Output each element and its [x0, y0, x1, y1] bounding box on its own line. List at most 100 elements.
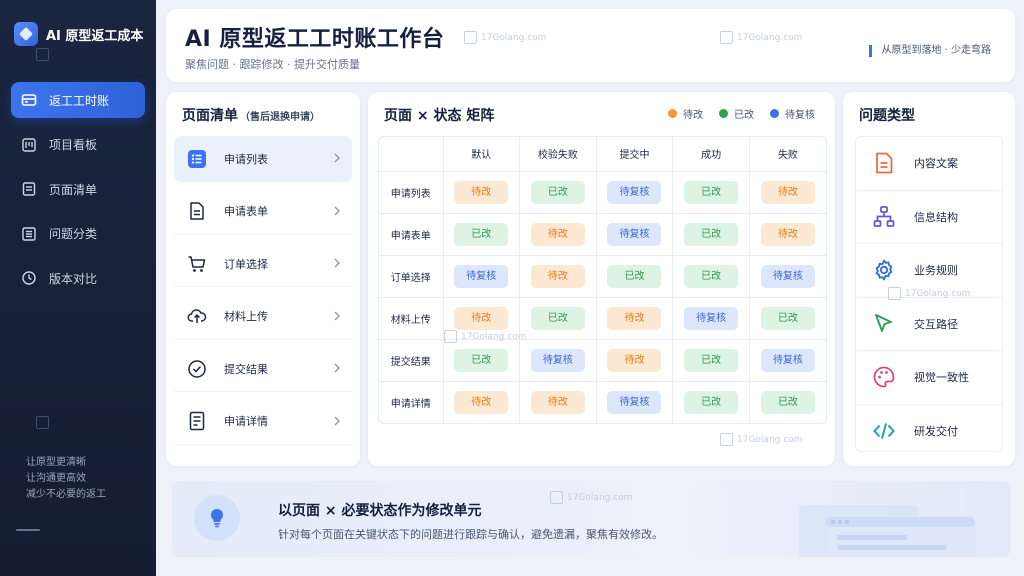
page-item-material-upload[interactable]: 材料上传 [174, 294, 352, 340]
sidebar-item-rework-ledger[interactable]: 返工工时账 [11, 82, 145, 118]
status-tag[interactable]: 待改 [454, 306, 509, 330]
brand[interactable]: AI 原型返工成本 [14, 22, 143, 46]
status-tag[interactable]: 已改 [454, 222, 509, 246]
code-icon [872, 419, 896, 443]
matrix-row: 申请表单 已改 待改 待复核 已改 待改 [379, 213, 826, 256]
watermark: 17Golang.com [720, 31, 802, 44]
status-tag[interactable]: 待复核 [454, 264, 509, 288]
matrix-cell: 待复核 [596, 171, 674, 214]
card-icon [21, 92, 37, 108]
sidebar-item-project-board[interactable]: 项目看板 [11, 127, 145, 163]
sidebar-nav: 返工工时账 项目看板 页面清单 问题分类 版本对比 [11, 82, 145, 305]
status-tag[interactable]: 待复核 [760, 349, 815, 373]
watermark: 17Golang.com [888, 287, 970, 300]
status-tag[interactable]: 已改 [684, 222, 739, 246]
matrix-cell: 已改 [519, 297, 597, 341]
status-tag[interactable]: 待改 [454, 391, 509, 415]
matrix-cell: 已改 [672, 213, 750, 256]
status-tag[interactable]: 待改 [454, 180, 509, 204]
page-item-apply-list[interactable]: 申请列表 [174, 136, 352, 182]
matrix-cell: 待改 [749, 171, 826, 214]
browser-window-illustration [799, 505, 975, 557]
watermark-icon [444, 330, 457, 343]
matrix-cell: 已改 [672, 171, 750, 214]
status-tag[interactable]: 待复核 [684, 306, 739, 330]
watermark-icon [888, 287, 901, 300]
matrix-cell: 待复核 [596, 381, 674, 423]
status-tag[interactable]: 待改 [760, 222, 815, 246]
status-tag[interactable]: 待复核 [607, 180, 662, 204]
status-tag[interactable]: 已改 [684, 180, 739, 204]
banner-text: 针对每个页面在关键状态下的问题进行跟踪与确认，避免遗漏，聚焦有效修改。 [278, 528, 663, 541]
status-tag[interactable]: 待复核 [607, 222, 662, 246]
issue-type-visual-consistency[interactable]: 视觉一致性 [856, 351, 1002, 405]
status-tag[interactable]: 已改 [454, 349, 509, 373]
status-tag[interactable]: 已改 [760, 391, 815, 415]
sidebar-footer-line: 让原型更清晰 [26, 457, 86, 468]
watermark: 17Golang.com [444, 330, 526, 343]
status-tag[interactable]: 待改 [530, 222, 585, 246]
issue-type-content-copy[interactable]: 内容文案 [856, 137, 1002, 191]
matrix-row-label: 申请列表 [379, 171, 444, 214]
issue-type-interaction-path[interactable]: 交互路径 [856, 298, 1002, 351]
status-tag[interactable]: 待复核 [530, 349, 585, 373]
status-tag[interactable]: 已改 [760, 306, 815, 330]
status-tag[interactable]: 已改 [684, 264, 739, 288]
check-circle-icon [186, 358, 208, 380]
legend-dot [719, 109, 728, 118]
issue-type-label: 信息结构 [914, 210, 958, 224]
matrix-cell: 待改 [443, 171, 521, 214]
detail-icon [186, 410, 208, 432]
sidebar-item-issue-category[interactable]: 问题分类 [11, 216, 145, 252]
status-tag[interactable]: 待改 [607, 306, 662, 330]
status-tag[interactable]: 已改 [607, 264, 662, 288]
tip-banner: 以页面 × 必要状态作为修改单元 针对每个页面在关键状态下的问题进行跟踪与确认，… [172, 481, 1011, 557]
status-tag[interactable]: 已改 [684, 391, 739, 415]
legend-item-fixed: 已改 [719, 106, 754, 121]
status-tag[interactable]: 待复核 [607, 391, 662, 415]
legend-item-review: 待复核 [770, 106, 815, 121]
matrix-row: 订单选择 待复核 待改 已改 已改 待复核 [379, 255, 826, 298]
status-tag[interactable]: 已改 [530, 306, 585, 330]
status-tag[interactable]: 待改 [760, 180, 815, 204]
page-item-apply-detail[interactable]: 申请详情 [174, 399, 352, 445]
matrix-cell: 已改 [672, 339, 750, 383]
page-item-submit-result[interactable]: 提交结果 [174, 346, 352, 393]
matrix-row-label: 申请详情 [379, 381, 444, 423]
sidebar-item-version-compare[interactable]: 版本对比 [11, 260, 145, 296]
matrix-cell: 已改 [596, 255, 674, 298]
document-icon [872, 151, 896, 175]
sidebar-footer: 让原型更清晰 让沟通更高效 减少不必要的返工 [26, 455, 106, 503]
page-item-apply-form[interactable]: 申请表单 [174, 189, 352, 235]
page-item-label: 材料上传 [224, 310, 268, 324]
matrix-column-header: 提交中 [596, 137, 674, 172]
sidebar-item-label: 项目看板 [49, 138, 98, 152]
cursor-icon [872, 312, 896, 336]
status-tag[interactable]: 已改 [530, 180, 585, 204]
page-item-label: 申请列表 [224, 152, 268, 166]
sidebar-footer-line: 减少不必要的返工 [26, 489, 106, 500]
sidebar-item-page-list[interactable]: 页面清单 [11, 171, 145, 207]
chevron-right-icon [332, 414, 342, 428]
page-item-label: 申请详情 [224, 415, 268, 429]
matrix-cell: 待复核 [672, 297, 750, 341]
issue-types-title: 问题类型 [859, 108, 915, 124]
issue-types-panel: 问题类型 内容文案 信息结构 业务规则 交互路径 视觉一致性 研发交付 17Go… [843, 92, 1015, 466]
issue-type-info-structure[interactable]: 信息结构 [856, 191, 1002, 244]
status-tag[interactable]: 待改 [530, 264, 585, 288]
page-item-order-select[interactable]: 订单选择 [174, 241, 352, 288]
sidebar-item-label: 页面清单 [49, 182, 98, 197]
issue-type-label: 交互路径 [914, 317, 958, 331]
sidebar-divider [16, 529, 40, 531]
issue-type-dev-delivery[interactable]: 研发交付 [856, 405, 1002, 452]
status-tag[interactable]: 已改 [684, 349, 739, 373]
matrix-cell: 待复核 [596, 213, 674, 256]
matrix-cell: 待复核 [519, 339, 597, 383]
matrix-cell: 待复核 [749, 255, 826, 298]
status-tag[interactable]: 待改 [607, 349, 662, 373]
legend-dot [668, 109, 677, 118]
form-icon [186, 200, 208, 222]
status-tag[interactable]: 待复核 [760, 264, 815, 288]
cart-icon [186, 253, 208, 275]
status-tag[interactable]: 待改 [530, 391, 585, 415]
